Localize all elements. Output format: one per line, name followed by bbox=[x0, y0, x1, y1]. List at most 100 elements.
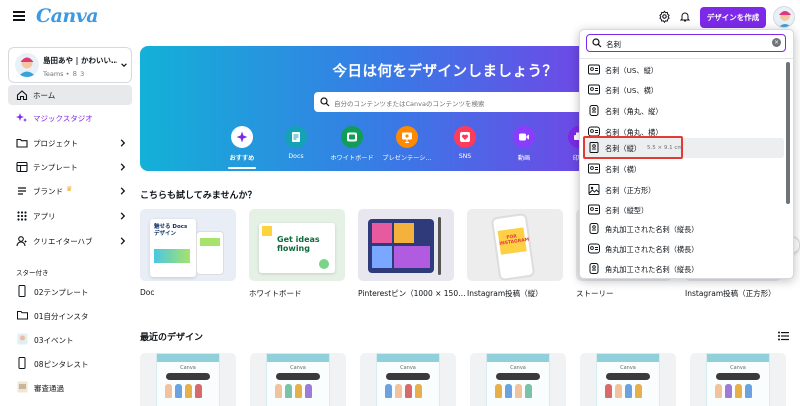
chevron-right-icon[interactable] bbox=[118, 138, 127, 148]
search-icon bbox=[592, 38, 602, 48]
heart-icon bbox=[454, 126, 476, 148]
starred-item-label: 03イベント bbox=[34, 336, 74, 345]
option-label: 角丸加工された名刺（縦長） bbox=[605, 265, 699, 274]
design-brand-text: Canva bbox=[400, 365, 416, 371]
list-view-icon[interactable] bbox=[778, 331, 789, 341]
clear-search-icon[interactable]: × bbox=[772, 38, 781, 47]
chevron-right-icon[interactable] bbox=[118, 162, 127, 172]
recent-design-card[interactable]: Canva bbox=[140, 353, 236, 406]
search-value: 名刺 bbox=[606, 40, 621, 49]
hero-search-input[interactable]: 自分のコンテンツまたはCanvaのコンテンツを検索 bbox=[314, 92, 614, 112]
category-recommended[interactable]: おすすめ bbox=[213, 126, 271, 162]
chevron-right-icon[interactable] bbox=[118, 236, 127, 246]
chevron-right-icon[interactable] bbox=[118, 211, 127, 221]
option-label: 角丸加工された名刺（横長） bbox=[605, 245, 699, 254]
sidebar-item-label: アプリ bbox=[33, 212, 56, 221]
design-brand-text: Canva bbox=[290, 365, 306, 371]
page-icon bbox=[18, 357, 26, 369]
starred-item-label: 08ピンタレスト bbox=[34, 360, 89, 369]
team-switcher[interactable]: 島田あや | かわいい… Teams • ８ 3 bbox=[8, 47, 132, 83]
template-card-label: Doc bbox=[140, 288, 155, 297]
design-type-option[interactable]: 名刺（US、縦） bbox=[584, 60, 784, 80]
design-brand-text: Canva bbox=[730, 365, 746, 371]
design-type-option[interactable]: 名刺（角丸、縦） bbox=[584, 101, 784, 121]
template-card-instagram-portrait[interactable]: FOR INSTAGRAM bbox=[467, 209, 563, 281]
template-card-label: ストーリー bbox=[576, 289, 614, 298]
sidebar: 島田あや | かわいい… Teams • ８ 3 ホーム マジックスタジオ プロ… bbox=[0, 34, 140, 406]
category-label: おすすめ bbox=[229, 155, 255, 162]
gear-icon[interactable] bbox=[658, 10, 671, 23]
category-whiteboard[interactable]: ホワイトボード bbox=[323, 126, 381, 162]
menu-icon[interactable] bbox=[13, 11, 25, 21]
recent-design-card[interactable]: Canva bbox=[360, 353, 456, 406]
option-label: 名刺（角丸、縦） bbox=[605, 107, 663, 116]
option-label: 角丸加工された名刺（縦長） bbox=[605, 225, 699, 234]
sidebar-item-creator-hub[interactable]: クリエイターハブ bbox=[8, 231, 132, 251]
id-card-icon bbox=[588, 204, 600, 215]
bell-icon[interactable] bbox=[679, 10, 691, 23]
starred-item-label: 01自分インスタ bbox=[34, 312, 89, 321]
category-label: Docs bbox=[288, 153, 304, 160]
dropdown-scrollbar[interactable] bbox=[786, 62, 790, 204]
design-type-option[interactable]: 名刺（US、横） bbox=[584, 80, 784, 100]
design-type-search-input[interactable]: 名刺 × bbox=[586, 34, 786, 52]
doc-preview-chart bbox=[154, 249, 190, 263]
recent-design-card[interactable]: Canva bbox=[470, 353, 566, 406]
divider bbox=[580, 58, 793, 59]
chevron-right-icon[interactable] bbox=[118, 186, 127, 196]
presentation-icon bbox=[396, 126, 418, 148]
sidebar-item-templates[interactable]: テンプレート bbox=[8, 157, 132, 177]
creator-icon bbox=[16, 236, 27, 247]
category-presentation[interactable]: プレゼンテーシ… bbox=[378, 126, 436, 162]
design-brand-text: Canva bbox=[620, 365, 636, 371]
id-card-icon bbox=[588, 84, 600, 95]
template-card-whiteboard[interactable]: Get ideas flowing bbox=[249, 209, 345, 281]
canva-logo[interactable]: Canva bbox=[36, 5, 99, 27]
sidebar-item-brand[interactable]: ブランド ♛ bbox=[8, 181, 132, 201]
design-type-option[interactable]: 角丸加工された名刺（縦長） bbox=[584, 259, 784, 278]
video-icon bbox=[513, 126, 535, 148]
recent-design-card[interactable]: Canva bbox=[690, 353, 786, 406]
sidebar-item-label: ホーム bbox=[33, 91, 56, 100]
sparkle-icon bbox=[16, 113, 27, 122]
user-avatar[interactable] bbox=[773, 6, 795, 28]
id-card-icon bbox=[589, 105, 599, 116]
id-card-icon bbox=[588, 163, 600, 174]
category-sns[interactable]: SNS bbox=[436, 126, 494, 160]
template-card-doc[interactable]: 魅せる Docs デザイン bbox=[140, 209, 236, 281]
starred-item[interactable]: 審査通過 bbox=[8, 378, 132, 396]
search-placeholder: 自分のコンテンツまたはCanvaのコンテンツを検索 bbox=[334, 100, 485, 108]
design-type-option[interactable]: 名刺（横） bbox=[584, 159, 784, 179]
design-type-option[interactable]: 角丸加工された名刺（縦長） bbox=[584, 219, 784, 239]
design-type-option[interactable]: 名刺（縦型） bbox=[584, 200, 784, 220]
id-card-icon bbox=[589, 223, 599, 234]
sidebar-item-apps[interactable]: アプリ bbox=[8, 206, 132, 226]
team-subtitle: Teams • ８ 3 bbox=[43, 70, 85, 78]
sidebar-item-magic-studio[interactable]: マジックスタジオ bbox=[8, 108, 132, 128]
brand-icon bbox=[18, 187, 26, 195]
folder-icon bbox=[16, 138, 28, 148]
recent-design-card[interactable]: Canva bbox=[580, 353, 676, 406]
category-docs[interactable]: Docs bbox=[267, 126, 325, 160]
recent-design-card[interactable]: Canva bbox=[250, 353, 346, 406]
category-video[interactable]: 動画 bbox=[495, 126, 553, 162]
starred-section-label: スター付き bbox=[16, 269, 49, 277]
sidebar-item-label: マジックスタジオ bbox=[33, 114, 93, 123]
category-label: 動画 bbox=[517, 155, 531, 162]
starred-item[interactable]: 02テンプレート bbox=[8, 282, 132, 300]
team-name: 島田あや | かわいい… bbox=[43, 56, 117, 65]
apps-icon bbox=[17, 211, 27, 221]
design-type-option[interactable]: 名刺（正方形） bbox=[584, 180, 784, 200]
template-card-pinterest[interactable] bbox=[358, 209, 454, 281]
whiteboard-preview: Get ideas flowing bbox=[259, 223, 335, 273]
whiteboard-preview-title: Get ideas flowing bbox=[277, 235, 320, 253]
create-design-button[interactable]: デザインを作成 bbox=[700, 7, 766, 28]
doc-preview: 魅せる Docs デザイン bbox=[150, 219, 196, 277]
pinterest-preview bbox=[368, 219, 434, 273]
starred-item[interactable]: 08ピンタレスト bbox=[8, 354, 132, 372]
starred-item[interactable]: 03イベント bbox=[8, 330, 132, 348]
sidebar-item-home[interactable]: ホーム bbox=[8, 85, 132, 105]
design-type-option[interactable]: 角丸加工された名刺（横長） bbox=[584, 239, 784, 259]
sidebar-item-projects[interactable]: プロジェクト bbox=[8, 133, 132, 153]
starred-item[interactable]: 01自分インスタ bbox=[8, 306, 132, 324]
